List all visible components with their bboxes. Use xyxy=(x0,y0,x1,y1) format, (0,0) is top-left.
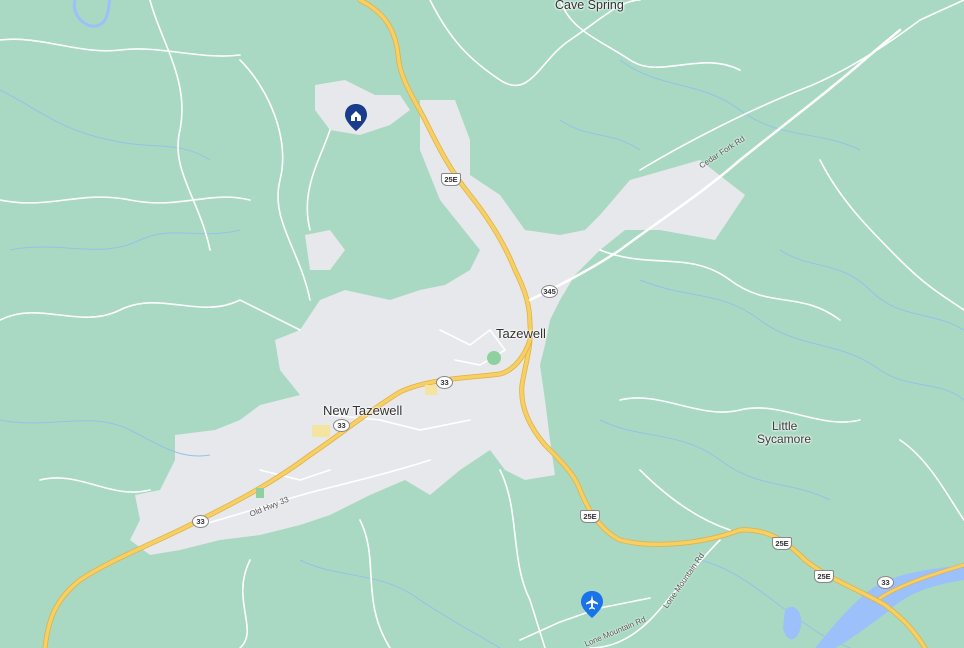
commercial-area-2 xyxy=(312,425,330,437)
shield-sr-345: 345 xyxy=(541,285,558,298)
shield-us-25e: 25E xyxy=(772,537,792,550)
park-new-tazewell xyxy=(256,488,264,498)
place-label-new-tazewell: New Tazewell xyxy=(323,403,403,418)
place-label-tazewell: Tazewell xyxy=(496,326,546,341)
shield-us-25e: 25E xyxy=(441,173,461,186)
shield-us-25e: 25E xyxy=(580,510,600,523)
park-tazewell xyxy=(487,351,501,365)
shield-sr-33: 33 xyxy=(877,576,894,589)
shield-sr-33: 33 xyxy=(192,515,209,528)
shield-us-25e: 25E xyxy=(814,570,834,583)
place-label-cave-spring: Cave Spring xyxy=(555,0,624,12)
home-pin-icon[interactable] xyxy=(344,103,368,133)
commercial-area xyxy=(425,385,437,395)
shield-sr-33: 33 xyxy=(333,419,350,432)
place-label-sycamore: Sycamore xyxy=(757,432,812,446)
map-canvas[interactable]: Cave Spring Tazewell New Tazewell Little… xyxy=(0,0,964,648)
map-base-layer xyxy=(0,0,964,648)
shield-sr-33: 33 xyxy=(436,376,453,389)
airport-pin-icon[interactable] xyxy=(580,590,604,620)
